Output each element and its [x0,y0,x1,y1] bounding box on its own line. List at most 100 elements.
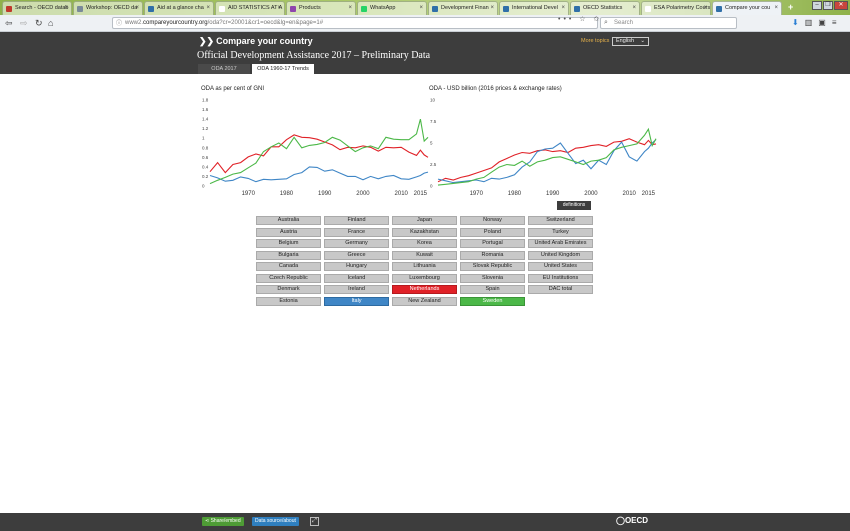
browser-tab[interactable]: International Devel × [499,1,569,15]
country-button-lithuania[interactable]: Lithuania [392,262,457,271]
country-button-portugal[interactable]: Portugal [460,239,525,248]
library-icon[interactable]: ▥ [805,18,813,27]
country-button-sweden[interactable]: Sweden [460,296,525,306]
close-tab-icon[interactable]: × [561,2,565,15]
country-button-kuwait[interactable]: Kuwait [392,250,457,260]
country-button-greece[interactable]: Greece [324,250,389,260]
series-line-sweden[interactable] [437,127,657,186]
close-window-icon[interactable]: ✕ [834,1,848,10]
search-input[interactable]: ⌕ Search [600,17,737,29]
reload-icon[interactable]: ↻ [35,18,43,28]
close-tab-icon[interactable]: × [703,2,707,15]
y-tick-label: 0.2 [202,174,209,179]
browser-tab[interactable]: Workshop: OECD da × [73,1,143,15]
back-icon[interactable]: ⇦ [5,18,13,28]
home-icon[interactable]: ⌂ [48,18,53,28]
menu-icon[interactable]: ≡ [832,18,837,27]
browser-tab[interactable]: AID STATISTICS AT A × [215,1,285,15]
language-select[interactable]: English ⌄ [612,37,649,46]
tab-favicon-icon [716,6,722,12]
series-line-italy[interactable] [209,166,429,183]
definitions-button[interactable]: definitions [557,201,591,210]
address-bar[interactable]: ⓘ www2.compareyourcountry.org/oda?cr=200… [112,17,598,29]
site-info-icon[interactable]: ⓘ [116,19,122,29]
browser-tab[interactable]: OECD Statistics × [570,1,640,15]
country-button-netherlands[interactable]: Netherlands [392,285,457,294]
close-tab-icon[interactable]: × [774,2,778,15]
country-button-spain[interactable]: Spain [460,285,525,294]
country-button-dac-total[interactable]: DAC total [528,285,593,294]
country-button-turkey[interactable]: Turkey [528,227,593,237]
browser-tab[interactable]: Products × [286,1,356,15]
restore-icon[interactable]: ❐ [823,1,833,10]
y-tick-label: 5 [430,141,433,146]
close-tab-icon[interactable]: × [64,2,68,15]
country-button-new-zealand[interactable]: New Zealand [392,296,457,306]
share-embed-button[interactable]: ⋖ Share/embed [202,517,244,526]
country-button-australia[interactable]: Australia [256,216,321,225]
country-button-italy[interactable]: Italy [324,296,389,306]
series-line-sweden[interactable] [209,118,429,185]
country-button-poland[interactable]: Poland [460,227,525,237]
country-button-korea[interactable]: Korea [392,239,457,248]
country-button-united-kingdom[interactable]: United Kingdom [528,250,593,260]
country-button-ireland[interactable]: Ireland [324,285,389,294]
tab-oda-2017[interactable]: ODA 2017 [198,64,250,74]
site-logo[interactable]: ❯❯ Compare your country [199,36,313,47]
country-button-france[interactable]: France [324,227,389,237]
y-tick-label: 1.4 [202,117,209,122]
country-button-slovak-republic[interactable]: Slovak Republic [460,262,525,271]
y-tick-label: 1 [202,136,205,141]
browser-tab[interactable]: Search - OECD datab × [2,1,72,15]
data-source-button[interactable]: Data source/about [252,517,299,526]
download-icon[interactable]: ⬇ [792,18,799,27]
country-button-slovenia[interactable]: Slovenia [460,273,525,283]
country-button-eu-institutions[interactable]: EU Institutions [528,273,593,283]
country-button-austria[interactable]: Austria [256,227,321,237]
forward-icon[interactable]: ⇨ [20,18,28,28]
country-button-germany[interactable]: Germany [324,239,389,248]
close-tab-icon[interactable]: × [348,2,352,15]
browser-tab[interactable]: Aid at a glance cha × [144,1,214,15]
country-button-denmark[interactable]: Denmark [256,285,321,294]
country-button-estonia[interactable]: Estonia [256,296,321,306]
tab-favicon-icon [290,6,296,12]
close-tab-icon[interactable]: × [419,2,423,15]
country-button-hungary[interactable]: Hungary [324,262,389,271]
country-button-united-arab-emirates[interactable]: United Arab Emirates [528,239,593,248]
close-tab-icon[interactable]: × [206,2,210,15]
country-button-norway[interactable]: Norway [460,216,525,225]
more-topics-link[interactable]: More topics [581,38,609,44]
close-tab-icon[interactable]: × [632,2,636,15]
country-button-iceland[interactable]: Iceland [324,273,389,283]
y-tick-label: 1.6 [202,107,209,112]
browser-tab[interactable]: WhatsApp × [357,1,427,15]
country-button-kazakhstan[interactable]: Kazakhstan [392,227,457,237]
tab-oda-trends[interactable]: ODA 1960-17 Trends [252,64,314,74]
country-button-japan[interactable]: Japan [392,216,457,225]
fullscreen-icon[interactable]: ⤢ [310,517,319,526]
browser-tab[interactable]: Development Finan × [428,1,498,15]
country-button-belgium[interactable]: Belgium [256,239,321,248]
country-button-switzerland[interactable]: Switzerland [528,216,593,225]
close-tab-icon[interactable]: × [490,2,494,15]
country-button-romania[interactable]: Romania [460,250,525,260]
logo-mark-icon: ❯❯ [199,36,215,46]
sidebar-icon[interactable]: ▣ [818,18,826,27]
browser-tab[interactable]: Compare your cou × [712,1,782,15]
y-tick-label: 1.2 [202,126,209,131]
country-button-luxembourg[interactable]: Luxembourg [392,273,457,283]
series-line-italy[interactable] [437,139,657,184]
series-line-netherlands[interactable] [209,134,429,174]
page-actions-icon[interactable]: ••• ☆ ✩ [558,15,602,23]
country-button-canada[interactable]: Canada [256,262,321,271]
minimize-icon[interactable]: – [812,1,822,10]
country-button-czech-republic[interactable]: Czech Republic [256,273,321,283]
country-button-united-states[interactable]: United States [528,262,593,271]
browser-tab[interactable]: ESA Polarimetry Cours × [641,1,711,15]
close-tab-icon[interactable]: × [277,2,281,15]
new-tab-button[interactable]: + [788,2,793,12]
close-tab-icon[interactable]: × [135,2,139,15]
country-button-finland[interactable]: Finland [324,216,389,225]
country-button-bulgaria[interactable]: Bulgaria [256,250,321,260]
